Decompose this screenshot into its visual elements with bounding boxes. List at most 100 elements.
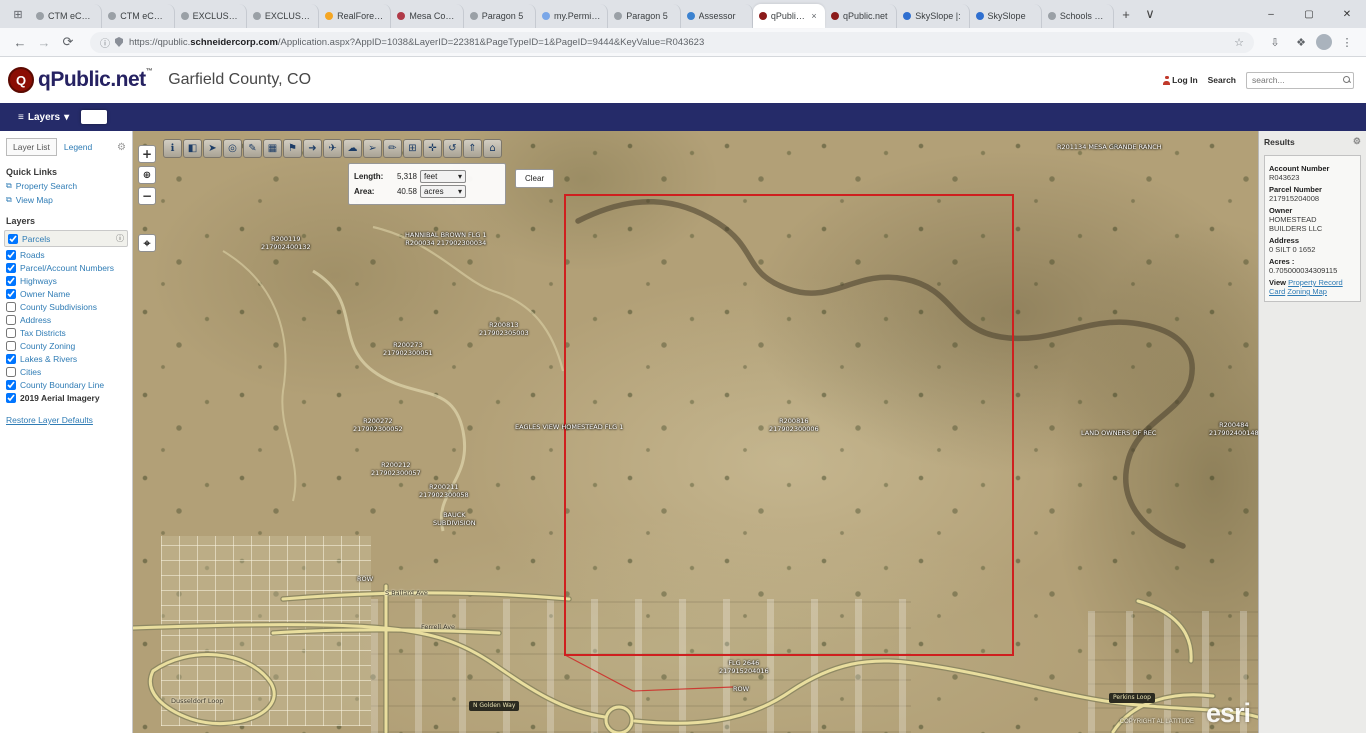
- layer-checkbox[interactable]: [6, 367, 16, 377]
- tab-schools-edu[interactable]: Schools & Edu...: [1042, 4, 1114, 28]
- tab-skyslope-2[interactable]: SkySlope: [970, 4, 1042, 28]
- tab-my-permit[interactable]: my.Permit...: [536, 4, 608, 28]
- tab-mesa-county[interactable]: Mesa Cou...: [391, 4, 463, 28]
- layer-cities[interactable]: Cities: [6, 367, 126, 377]
- tab-ctm-econ-2[interactable]: CTM eCon...: [102, 4, 174, 28]
- tab-search-button[interactable]: ⊞: [6, 3, 30, 25]
- layer-checkbox[interactable]: [6, 315, 16, 325]
- clear-measurement-button[interactable]: Clear: [515, 169, 554, 188]
- tab-close-icon[interactable]: ×: [809, 11, 819, 21]
- layer-2019-aerial-imagery[interactable]: 2019 Aerial Imagery: [6, 393, 126, 403]
- layer-highways[interactable]: Highways: [6, 276, 126, 286]
- nav-map[interactable]: [81, 110, 107, 124]
- info-tool[interactable]: ℹ: [163, 139, 182, 158]
- header-search-link[interactable]: Search: [1208, 75, 1236, 85]
- layer-checkbox[interactable]: [8, 234, 18, 244]
- nav-property-record-card[interactable]: [181, 110, 199, 124]
- restore-layer-defaults-link[interactable]: Restore Layer Defaults: [6, 415, 93, 425]
- nav-sales-list[interactable]: [217, 110, 235, 124]
- layers-menu-button[interactable]: ≡ Layers ▾: [8, 107, 79, 128]
- tab-qpublic-active[interactable]: qPublic... ×: [753, 4, 825, 28]
- center-tool[interactable]: ✛: [423, 139, 442, 158]
- measure-area-tool[interactable]: ▦: [263, 139, 282, 158]
- layer-checkbox[interactable]: [6, 276, 16, 286]
- search-icon[interactable]: [1343, 76, 1350, 83]
- tab-realforeclose[interactable]: RealForecl...: [319, 4, 391, 28]
- tab-exclusive-2[interactable]: EXCLUSIVE...: [247, 4, 319, 28]
- login-link[interactable]: Log In: [1163, 75, 1198, 85]
- layer-roads[interactable]: Roads: [6, 250, 126, 260]
- previous-extent-tool[interactable]: ↺: [443, 139, 462, 158]
- draw-line-tool[interactable]: ✎: [243, 139, 262, 158]
- zoning-map-link[interactable]: Zoning Map: [1287, 287, 1327, 296]
- download-icon[interactable]: ⇩: [1264, 36, 1286, 49]
- tab-qpublic-net[interactable]: qPublic.net: [825, 4, 897, 28]
- grid-tool[interactable]: ⊞: [403, 139, 422, 158]
- next-extent-tool[interactable]: ➢: [363, 139, 382, 158]
- nav-sales-result[interactable]: [235, 110, 253, 124]
- nav-sales-search[interactable]: [199, 110, 217, 124]
- reload-button[interactable]: ⟳: [56, 34, 80, 50]
- layer-info-icon[interactable]: ⓘ: [116, 233, 124, 244]
- extensions-icon[interactable]: ❖: [1290, 36, 1312, 49]
- layer-checkbox[interactable]: [6, 341, 16, 351]
- tab-paragon5-1[interactable]: Paragon 5: [464, 4, 536, 28]
- layer-address[interactable]: Address: [6, 315, 126, 325]
- edit-tool[interactable]: ✏: [383, 139, 402, 158]
- tab-ctm-econ-1[interactable]: CTM eCon...: [30, 4, 102, 28]
- tab-layer-list[interactable]: Layer List: [6, 138, 57, 156]
- area-unit-select[interactable]: acres▾: [420, 185, 466, 198]
- tab-assessor[interactable]: Assessor: [681, 4, 753, 28]
- layer-county-boundary-line[interactable]: County Boundary Line: [6, 380, 126, 390]
- bookmark-star-icon[interactable]: ☆: [1234, 36, 1244, 49]
- close-button[interactable]: ✕: [1328, 0, 1366, 28]
- layer-parcel-account-numbers[interactable]: Parcel/Account Numbers: [6, 263, 126, 273]
- minimize-button[interactable]: –: [1252, 0, 1290, 28]
- basemap-tool[interactable]: ☁: [343, 139, 362, 158]
- new-tab-button[interactable]: +: [1114, 2, 1138, 26]
- nav-home[interactable]: [253, 110, 271, 124]
- site-info-icon[interactable]: ⓘ: [100, 35, 110, 50]
- layer-tax-districts[interactable]: Tax Districts: [6, 328, 126, 338]
- layer-checkbox[interactable]: [6, 393, 16, 403]
- qpublic-logo-icon[interactable]: Q: [8, 67, 34, 93]
- address-bar[interactable]: ⓘ https://qpublic.schneidercorp.com/Appl…: [90, 32, 1254, 53]
- tab-paragon5-2[interactable]: Paragon 5: [608, 4, 680, 28]
- header-search-input[interactable]: [1246, 72, 1354, 89]
- tab-skyslope-1[interactable]: SkySlope |:: [897, 4, 969, 28]
- layer-checkbox[interactable]: [6, 250, 16, 260]
- tab-exclusive-1[interactable]: EXCLUSIVE...: [175, 4, 247, 28]
- length-unit-select[interactable]: feet▾: [420, 170, 466, 183]
- layer-county-zoning[interactable]: County Zoning: [6, 341, 126, 351]
- map-canvas[interactable]: ℹ ◧ ➤ ◎ ✎ ▦ ⚑ ➜ ✈ ☁: [133, 131, 1258, 733]
- export-tool[interactable]: ⇑: [463, 139, 482, 158]
- layer-checkbox[interactable]: [6, 328, 16, 338]
- layer-checkbox[interactable]: [6, 302, 16, 312]
- shield-icon[interactable]: [115, 37, 123, 47]
- tab-list-menu-button[interactable]: ∨: [1138, 2, 1162, 26]
- layer-checkbox[interactable]: [6, 263, 16, 273]
- nav-advanced-results[interactable]: [163, 110, 181, 124]
- results-gear-icon[interactable]: ⚙: [1353, 136, 1361, 147]
- forward-button[interactable]: →: [32, 35, 56, 50]
- quicklink-property-search[interactable]: ⧉ Property Search: [6, 181, 126, 191]
- layer-lakes-rivers[interactable]: Lakes & Rivers: [6, 354, 126, 364]
- fly-to-tool[interactable]: ✈: [323, 139, 342, 158]
- pan-tool[interactable]: ➜: [303, 139, 322, 158]
- select-tool[interactable]: ➤: [203, 139, 222, 158]
- locate-button[interactable]: ⌖: [138, 234, 156, 252]
- nav-advanced-search[interactable]: [145, 110, 163, 124]
- nav-results[interactable]: [127, 110, 145, 124]
- layers-tool[interactable]: ◧: [183, 139, 202, 158]
- home-extent-tool[interactable]: ⌂: [483, 139, 502, 158]
- tab-legend[interactable]: Legend: [64, 142, 92, 152]
- layer-owner-name[interactable]: Owner Name: [6, 289, 126, 299]
- maximize-button[interactable]: ▢: [1290, 0, 1328, 28]
- quicklink-view-map[interactable]: ⧉ View Map: [6, 195, 126, 205]
- globe-extent-button[interactable]: ⊕: [138, 166, 156, 184]
- layer-checkbox[interactable]: [6, 380, 16, 390]
- profile-avatar[interactable]: [1316, 34, 1332, 50]
- nav-search[interactable]: [109, 110, 127, 124]
- marker-tool[interactable]: ⚑: [283, 139, 302, 158]
- zoom-box-tool[interactable]: ◎: [223, 139, 242, 158]
